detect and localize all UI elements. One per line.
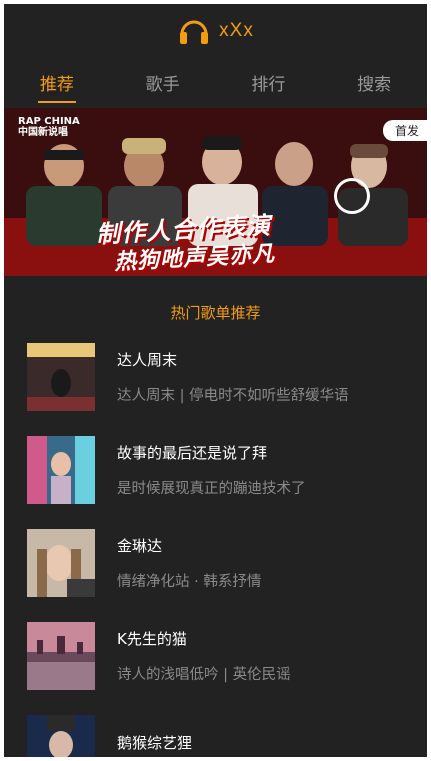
playlist-title: 鹅猴综艺狸 bbox=[117, 733, 193, 752]
playlist-cover bbox=[27, 529, 95, 597]
section-title: 热门歌单推荐 bbox=[170, 304, 261, 322]
tab-recommend[interactable]: 推荐 bbox=[37, 64, 76, 103]
list-item[interactable]: K先生的猫 诗人的浅唱低吟 | 英伦民谣 bbox=[27, 622, 427, 690]
list-item[interactable]: 故事的最后还是说了拜 是时候展现真正的蹦迪技术了 bbox=[27, 436, 427, 504]
playlist-cover bbox=[27, 715, 95, 757]
playlist-title: K先生的猫 bbox=[117, 630, 187, 648]
banner-carousel[interactable]: RAP CHINA 中国新说唱 首发 制作人合作表演 热狗吔声吴亦凡 bbox=[4, 108, 427, 276]
playlist-list: 达人周末 达人周末 | 停电时不如听些舒缓华语 故事的最后还是说了拜 是时候展现… bbox=[4, 343, 427, 757]
list-item[interactable]: 达人周末 达人周末 | 停电时不如听些舒缓华语 bbox=[27, 343, 427, 411]
playlist-desc: 诗人的浅唱低吟 | 英伦民谣 bbox=[117, 667, 291, 683]
app-header: xXx bbox=[4, 4, 427, 58]
playlist-cover bbox=[27, 343, 95, 411]
playlist-desc: 情绪净化站 · 韩系抒情 bbox=[117, 574, 262, 590]
playlist-title: 达人周末 bbox=[117, 351, 178, 369]
tab-singers[interactable]: 歌手 bbox=[144, 64, 182, 101]
list-item[interactable]: 鹅猴综艺狸 bbox=[27, 715, 427, 757]
playlist-title: 金琳达 bbox=[117, 537, 163, 555]
playlist-title: 故事的最后还是说了拜 bbox=[117, 444, 268, 462]
banner-tag: 首发 bbox=[382, 120, 427, 141]
tab-bar: 推荐 歌手 排行 搜索 bbox=[4, 58, 427, 106]
banner-brand-logo: RAP CHINA 中国新说唱 bbox=[18, 116, 80, 138]
app-title: xXx bbox=[219, 20, 254, 41]
playlist-desc: 达人周末 | 停电时不如听些舒缓华语 bbox=[117, 388, 349, 404]
list-item[interactable]: 金琳达 情绪净化站 · 韩系抒情 bbox=[27, 529, 427, 597]
playlist-cover bbox=[27, 436, 95, 504]
headphones-icon bbox=[180, 20, 209, 44]
tab-search[interactable]: 搜索 bbox=[355, 64, 393, 101]
loading-ring-icon bbox=[334, 178, 370, 214]
app-frame: xXx 推荐 歌手 排行 搜索 RAP CHINA 中国新说唱 首发 制作人合作… bbox=[4, 4, 427, 757]
playlist-desc: 是时候展现真正的蹦迪技术了 bbox=[117, 481, 306, 497]
tab-rankings[interactable]: 排行 bbox=[249, 64, 287, 101]
playlist-cover bbox=[27, 622, 95, 690]
